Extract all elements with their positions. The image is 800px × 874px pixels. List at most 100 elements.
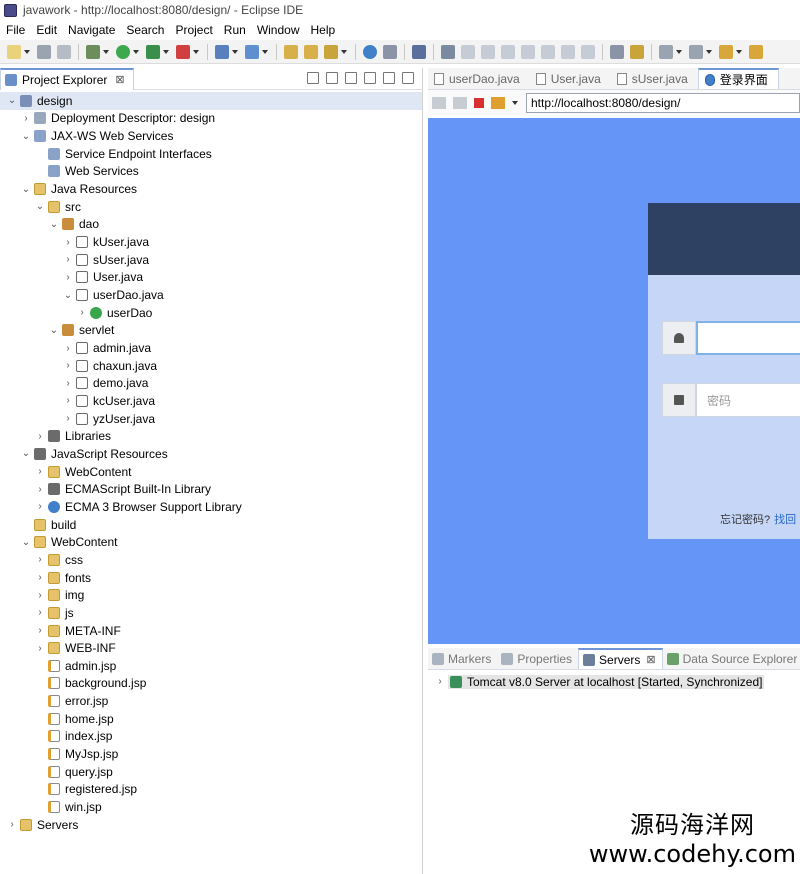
tree-item[interactable]: index.jsp: [0, 728, 422, 746]
tree-item[interactable]: › User.java: [0, 269, 422, 287]
tree-item[interactable]: ⌄ WebContent: [0, 533, 422, 551]
view-menu-icon[interactable]: [364, 72, 376, 84]
tree-item[interactable]: registered.jsp: [0, 781, 422, 799]
tree-item[interactable]: › yzUser.java: [0, 410, 422, 428]
chevron-down-icon[interactable]: ⌄: [48, 325, 60, 336]
tree-item[interactable]: › Libraries: [0, 427, 422, 445]
menu-file[interactable]: File: [6, 23, 25, 37]
chevron-right-icon[interactable]: ›: [62, 413, 74, 424]
tree-item[interactable]: › userDao: [0, 304, 422, 322]
next-annotation-icon[interactable]: [610, 44, 624, 59]
tree-item[interactable]: › ECMA 3 Browser Support Library: [0, 498, 422, 516]
console-icon[interactable]: [412, 44, 426, 59]
stop-icon[interactable]: [474, 98, 484, 108]
forward-icon[interactable]: [749, 44, 763, 59]
filter-icon[interactable]: [345, 72, 357, 84]
minimize-icon[interactable]: [383, 72, 395, 84]
chevron-right-icon[interactable]: ›: [76, 307, 88, 318]
tab-servers[interactable]: Servers ⊠: [578, 648, 663, 669]
menu-run[interactable]: Run: [224, 23, 246, 37]
chevron-right-icon[interactable]: ›: [34, 501, 46, 512]
menu-navigate[interactable]: Navigate: [68, 23, 115, 37]
menu-edit[interactable]: Edit: [36, 23, 57, 37]
refresh-icon[interactable]: [491, 97, 505, 109]
new-java-project-icon[interactable]: [215, 44, 229, 59]
chevron-down-icon[interactable]: ⌄: [20, 537, 32, 548]
chevron-right-icon[interactable]: ›: [34, 431, 46, 442]
chevron-right-icon[interactable]: ›: [62, 343, 74, 354]
debug-icon[interactable]: [86, 44, 100, 59]
chevron-down-icon[interactable]: ⌄: [62, 290, 74, 301]
tree-item[interactable]: admin.jsp: [0, 657, 422, 675]
chevron-right-icon[interactable]: ›: [34, 466, 46, 477]
open-folder-icon[interactable]: [304, 44, 318, 59]
close-icon[interactable]: ⊠: [646, 653, 655, 666]
tab-markers[interactable]: Markers: [428, 648, 497, 669]
chevron-down-icon[interactable]: ⌄: [20, 131, 32, 142]
chevron-down-icon[interactable]: [512, 101, 518, 105]
back-icon[interactable]: [432, 97, 446, 109]
maximize-icon[interactable]: [402, 72, 414, 84]
tree-item[interactable]: › chaxun.java: [0, 357, 422, 375]
chevron-right-icon[interactable]: ›: [34, 572, 46, 583]
menu-search[interactable]: Search: [126, 23, 164, 37]
forward-icon[interactable]: [453, 97, 467, 109]
chevron-down-icon[interactable]: [103, 49, 109, 54]
chevron-right-icon[interactable]: ›: [34, 607, 46, 618]
tab-login-page[interactable]: 登录界面: [697, 68, 779, 89]
chevron-right-icon[interactable]: ›: [34, 590, 46, 601]
tree-item[interactable]: › Deployment Descriptor: design: [0, 110, 422, 128]
tree-item[interactable]: › demo.java: [0, 375, 422, 393]
chevron-right-icon[interactable]: ›: [34, 643, 46, 654]
menu-window[interactable]: Window: [257, 23, 300, 37]
tree-item[interactable]: › Servers: [0, 816, 422, 834]
tree-item[interactable]: build: [0, 516, 422, 534]
run-server-icon[interactable]: [146, 44, 160, 59]
chevron-down-icon[interactable]: [341, 49, 347, 54]
chevron-right-icon[interactable]: ›: [34, 484, 46, 495]
chevron-right-icon[interactable]: ›: [62, 272, 74, 283]
back-icon[interactable]: [719, 44, 733, 59]
server-entry[interactable]: Tomcat v8.0 Server at localhost [Started…: [448, 674, 765, 689]
chevron-right-icon[interactable]: ›: [62, 237, 74, 248]
tab-suser-java[interactable]: sUser.java: [611, 68, 698, 89]
tree-item[interactable]: ⌄ dao: [0, 216, 422, 234]
tree-item[interactable]: home.jsp: [0, 710, 422, 728]
tree-item[interactable]: query.jsp: [0, 763, 422, 781]
tab-user-java[interactable]: User.java: [530, 68, 611, 89]
tree-item[interactable]: error.jsp: [0, 692, 422, 710]
tree-item[interactable]: › js: [0, 604, 422, 622]
tab-userdao-java[interactable]: userDao.java: [428, 68, 530, 89]
tab-project-explorer[interactable]: Project Explorer ⊠: [0, 67, 134, 90]
tree-item[interactable]: ⌄ servlet: [0, 322, 422, 340]
suspend-icon[interactable]: [481, 44, 495, 59]
tree-item[interactable]: › META-INF: [0, 622, 422, 640]
tree-item[interactable]: background.jsp: [0, 675, 422, 693]
chevron-down-icon[interactable]: [232, 49, 238, 54]
tree-item[interactable]: › kUser.java: [0, 233, 422, 251]
skip-breakpoints-icon[interactable]: [441, 44, 455, 59]
tree-item[interactable]: ⌄ JavaScript Resources: [0, 445, 422, 463]
tree-item[interactable]: MyJsp.jsp: [0, 745, 422, 763]
recover-link[interactable]: 找回: [774, 514, 796, 526]
password-input[interactable]: 密码: [696, 383, 800, 417]
tree-item[interactable]: win.jsp: [0, 798, 422, 816]
tree-item[interactable]: ⌄ src: [0, 198, 422, 216]
chevron-right-icon[interactable]: ›: [62, 360, 74, 371]
chevron-down-icon[interactable]: [706, 49, 712, 54]
terminate-icon[interactable]: [501, 44, 515, 59]
tree-item[interactable]: ⌄ Java Resources: [0, 180, 422, 198]
chevron-down-icon[interactable]: [736, 49, 742, 54]
run-icon[interactable]: [116, 44, 130, 59]
chevron-down-icon[interactable]: ⌄: [20, 448, 32, 459]
chevron-down-icon[interactable]: ⌄: [6, 95, 18, 106]
external-tools-icon[interactable]: [176, 44, 190, 59]
chevron-down-icon[interactable]: ⌄: [34, 201, 46, 212]
tree-item[interactable]: › fonts: [0, 569, 422, 587]
chevron-down-icon[interactable]: [676, 49, 682, 54]
tree-item[interactable]: › css: [0, 551, 422, 569]
chevron-right-icon[interactable]: ›: [20, 113, 32, 124]
new-class-icon[interactable]: [245, 44, 259, 59]
server-row[interactable]: › Tomcat v8.0 Server at localhost [Start…: [434, 673, 765, 690]
chevron-down-icon[interactable]: [24, 49, 30, 54]
